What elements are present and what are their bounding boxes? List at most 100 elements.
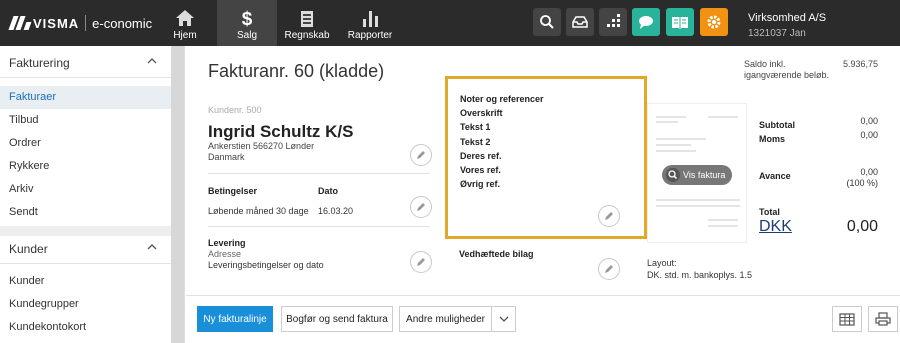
search-button[interactable] <box>533 8 561 36</box>
chat-button[interactable] <box>632 8 660 36</box>
pencil-icon <box>605 212 613 220</box>
nav-reports-label: Rapporter <box>347 30 393 41</box>
nav-sales[interactable]: $ Salg <box>217 0 277 46</box>
table-icon <box>839 312 855 326</box>
book-and-send-button[interactable]: Bogfør og send faktura <box>281 306 393 332</box>
edit-terms-button[interactable] <box>410 196 432 218</box>
nav-reports[interactable]: Rapporter <box>340 0 400 46</box>
sidebar-item-kundegrupper[interactable]: Kundegrupper <box>0 293 171 316</box>
sidebar-item-arkiv[interactable]: Arkiv <box>0 178 171 201</box>
saldo-value: 5.936,75 <box>842 59 878 69</box>
notes-item-text1: Tekst 1 <box>460 122 491 133</box>
layout-value[interactable]: DK. std. m. bankoplys. 1.5 <box>647 270 752 280</box>
sidebar-item-kundekontokort[interactable]: Kundekontokort <box>0 316 171 339</box>
sidebar-item-rykkere[interactable]: Rykkere <box>0 155 171 178</box>
magnifier-icon <box>666 168 680 182</box>
sidebar-section-title: Kunder <box>9 242 48 256</box>
subtotal-value: 0,00 <box>860 116 878 126</box>
divider <box>208 173 430 174</box>
pencil-icon <box>417 203 425 211</box>
pencil-icon <box>605 265 613 273</box>
gear-icon <box>707 15 721 29</box>
notes-item-heading: Overskrift <box>460 108 503 119</box>
edit-notes-button[interactable] <box>598 205 620 227</box>
top-bar: VISMA e-conomic Hjem $ Salg Regnskab Rap… <box>0 0 900 46</box>
sidebar-item-ordrer[interactable]: Ordrer <box>0 132 171 155</box>
home-icon <box>176 10 194 26</box>
total-label: Total <box>759 207 780 217</box>
new-invoice-line-button[interactable]: Ny fakturalinje <box>197 306 273 332</box>
bar-chart-icon <box>363 11 378 27</box>
nav-sales-label: Salg <box>236 30 257 41</box>
terms-value: Løbende måned 30 dage <box>208 206 309 216</box>
margin-percent: (100 %) <box>846 178 878 188</box>
search-icon <box>540 15 554 29</box>
dollar-icon: $ <box>242 9 253 28</box>
delivery-terms: Leveringsbetingelser og dato <box>208 260 324 270</box>
total-amount: 0,00 <box>846 218 878 235</box>
company-switcher[interactable]: Virksomhed A/S 1321037 Jan <box>748 10 826 42</box>
customer-name[interactable]: Ingrid Schultz K/S <box>208 122 353 142</box>
terms-label: Betingelser <box>208 186 258 196</box>
apps-button[interactable] <box>599 8 627 36</box>
sidebar-item-kunder[interactable]: Kunder <box>0 270 171 293</box>
sidebar-item-sendt[interactable]: Sendt <box>0 201 171 224</box>
product-name: e-conomic <box>92 15 153 31</box>
saldo-label-line1: Saldo inkl. <box>744 59 786 69</box>
help-book-button[interactable] <box>666 8 694 36</box>
visma-logo-mark <box>8 16 32 30</box>
pencil-icon <box>417 151 425 159</box>
page-title: Fakturanr. 60 (kladde) <box>208 61 385 81</box>
address-line1: Ankerstien 566270 Lønder <box>208 141 315 151</box>
date-label: Dato <box>318 186 338 196</box>
address-line2: Danmark <box>208 152 245 162</box>
edit-delivery-button[interactable] <box>410 251 432 273</box>
settings-button[interactable] <box>700 8 728 36</box>
action-toolbar: Ny fakturalinje Bogfør og send faktura A… <box>186 295 900 343</box>
edit-customer-button[interactable] <box>410 144 432 166</box>
nav-home[interactable]: Hjem <box>155 0 215 46</box>
edit-attachments-button[interactable] <box>598 258 620 280</box>
printer-icon <box>875 312 891 326</box>
margin-value: 0,00 <box>860 167 878 177</box>
table-view-button[interactable] <box>832 306 862 332</box>
sidebar-item-fakturaer[interactable]: Fakturaer <box>0 86 171 109</box>
notes-heading: Noter og referencer <box>460 94 544 104</box>
view-invoice-button[interactable]: Vis faktura <box>662 165 732 185</box>
notes-item-text2: Tekst 2 <box>460 136 491 147</box>
sidebar-section-title: Fakturering <box>9 56 70 70</box>
layout-label: Layout: <box>647 258 677 268</box>
visma-logo[interactable]: VISMA e-conomic <box>8 13 153 33</box>
sidebar-section-fakturering[interactable]: Fakturering <box>0 46 171 78</box>
sidebar-section-kunder[interactable]: Kunder <box>0 232 171 264</box>
sidebar-scrollbar[interactable] <box>171 46 184 343</box>
customer-address: Ankerstien 566270 Lønder Danmark <box>208 141 314 163</box>
margin-label: Avance <box>759 171 791 181</box>
divider <box>208 226 430 227</box>
notes-item-our-ref: Vores ref. <box>460 165 501 176</box>
more-options-dropdown[interactable] <box>491 306 516 332</box>
sidebar-item-tilbud[interactable]: Tilbud <box>0 109 171 132</box>
view-invoice-label: Vis faktura <box>683 170 726 180</box>
company-user: 1321037 Jan <box>748 28 806 39</box>
svg-text:$: $ <box>242 9 253 28</box>
notes-references-panel[interactable]: Noter og referencer Overskrift Tekst 1 T… <box>445 76 647 239</box>
chat-icon <box>639 16 653 29</box>
nav-home-label: Hjem <box>173 30 197 41</box>
more-options-button[interactable]: Andre muligheder <box>399 306 492 332</box>
inbox-icon <box>572 16 588 28</box>
chevron-down-icon <box>499 316 508 322</box>
nav-accounting[interactable]: Regnskab <box>277 0 337 46</box>
vat-label: Moms <box>759 134 786 144</box>
chevron-up-icon <box>147 244 157 250</box>
notes-list: Noter og referencer Overskrift Tekst 1 T… <box>460 92 544 191</box>
inbox-button[interactable] <box>566 8 594 36</box>
brand-name: VISMA <box>33 15 80 31</box>
saldo-label-line2: igangværende beløb. <box>744 70 830 80</box>
notes-item-your-ref: Deres ref. <box>460 150 502 161</box>
print-button[interactable] <box>868 306 898 332</box>
currency-selector[interactable]: DKK <box>759 218 792 236</box>
subtotal-label: Subtotal <box>759 120 795 130</box>
pencil-icon <box>417 258 425 266</box>
attachments-label: Vedhæftede bilag <box>459 249 534 259</box>
